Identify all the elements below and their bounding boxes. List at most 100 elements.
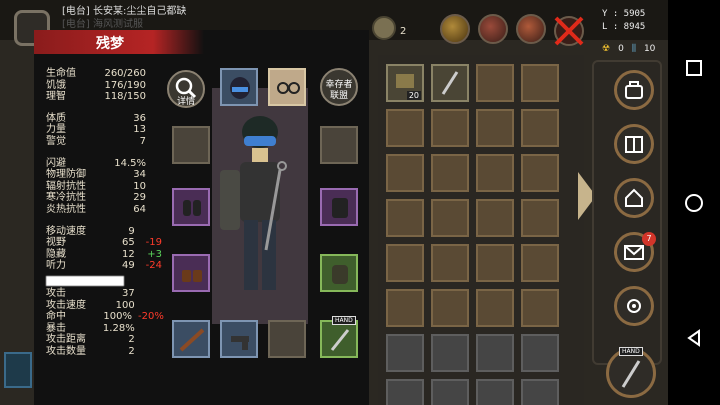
crafting-button[interactable]: [614, 70, 654, 110]
stat-label: 移动速度: [46, 225, 86, 237]
helmet-slot[interactable]: [220, 68, 258, 106]
inventory-slot[interactable]: [386, 199, 424, 237]
inventory-slot[interactable]: [431, 244, 469, 282]
stat-value: 118/150: [104, 91, 146, 103]
stat-modifier: -19: [145, 237, 162, 249]
stat-label: 力量: [46, 124, 66, 136]
inventory-slot[interactable]: [521, 109, 559, 147]
empty-slot[interactable]: [172, 126, 210, 164]
disabled-icon[interactable]: [552, 14, 586, 48]
skill-icon[interactable]: [516, 14, 546, 44]
stat-value: 100%: [103, 311, 132, 323]
stat-value: 65: [121, 237, 135, 249]
inventory-slot[interactable]: [386, 154, 424, 192]
home-circle-icon[interactable]: [680, 189, 708, 217]
rifle-slot[interactable]: [172, 320, 210, 358]
stat-value: 34: [133, 169, 146, 181]
coord-x: : 8945: [612, 22, 646, 32]
inventory-slot[interactable]: [431, 154, 469, 192]
inventory-slot[interactable]: [521, 199, 559, 237]
stat-value: 29: [133, 192, 146, 204]
hand-slot[interactable]: HAND: [320, 316, 358, 358]
inventory-slot[interactable]: [386, 334, 424, 372]
map-thumbnail[interactable]: [4, 352, 32, 388]
character-name: 残梦: [96, 36, 124, 52]
inventory-slot[interactable]: [476, 154, 514, 192]
inventory-slot[interactable]: [521, 289, 559, 327]
quest-icon[interactable]: [440, 14, 470, 44]
stat-row: 力量 13: [46, 124, 162, 136]
inventory-slot[interactable]: [431, 109, 469, 147]
stat-row: 饥饿 176/190: [46, 80, 162, 92]
inventory-slot[interactable]: [521, 379, 559, 405]
inventory-slot[interactable]: [431, 334, 469, 372]
inventory-slot[interactable]: [521, 244, 559, 282]
radio-feed[interactable]: [电台] 长安某:尘尘自己都缺 [电台] 海风测试服: [62, 5, 362, 31]
stat-value: 2: [128, 334, 135, 346]
stat-modifier: -20%: [138, 311, 164, 323]
stat-row: 攻击距离 2: [46, 334, 162, 346]
stat-row: 攻击 37: [46, 288, 162, 300]
health-icon[interactable]: [478, 14, 508, 44]
tool-icon: ⫼: [631, 44, 636, 54]
stack-count: 20: [406, 91, 421, 100]
home-icon: [625, 188, 643, 207]
stat-row: 隐藏 12 +3: [46, 249, 162, 261]
inventory-slot[interactable]: [476, 334, 514, 372]
stat-row: 理智 118/150: [46, 91, 162, 103]
inventory-slot[interactable]: [476, 379, 514, 405]
gloves-slot[interactable]: [172, 188, 210, 226]
stat-row: 闪避 14.5%: [46, 158, 162, 170]
pot-icon: [625, 81, 643, 99]
redacted-bar: [46, 275, 124, 286]
inventory-slot[interactable]: [476, 199, 514, 237]
inventory-slot[interactable]: [386, 289, 424, 327]
goggles-slot[interactable]: [268, 68, 306, 106]
inventory-slot[interactable]: [431, 199, 469, 237]
survivor-figure[interactable]: [210, 110, 310, 310]
inventory-slot[interactable]: [386, 379, 424, 405]
survivor-alliance-line1: 幸存者: [325, 80, 353, 90]
inventory-slot[interactable]: [476, 64, 514, 102]
revolver-slot[interactable]: [220, 320, 258, 358]
recents-icon[interactable]: [680, 54, 708, 82]
inventory-slot[interactable]: [386, 109, 424, 147]
base-button[interactable]: [614, 178, 654, 218]
hand-tag: HAND: [332, 316, 356, 325]
inventory-slot[interactable]: [386, 244, 424, 282]
inventory-slot[interactable]: [431, 64, 469, 102]
inventory-slot[interactable]: [476, 244, 514, 282]
inventory-slot[interactable]: [521, 154, 559, 192]
coord-x-label: L: [602, 22, 608, 32]
system-nav-bar: [668, 0, 720, 405]
inventory-slot[interactable]: [521, 64, 559, 102]
inventory-slot[interactable]: [476, 289, 514, 327]
stat-modifier: [135, 346, 162, 358]
back-icon[interactable]: [680, 324, 708, 352]
inventory-slot[interactable]: [431, 289, 469, 327]
stat-value: 12: [121, 248, 135, 260]
stat-label: 攻击速度: [46, 299, 86, 311]
boots-slot[interactable]: [172, 254, 210, 292]
radiation-value: 0: [618, 44, 624, 54]
inventory-slot[interactable]: 20: [386, 64, 424, 102]
inventory-slot[interactable]: [476, 109, 514, 147]
stat-label: 物理防御: [46, 169, 86, 181]
journal-button[interactable]: [614, 124, 654, 164]
inventory-slot[interactable]: [431, 379, 469, 405]
coord-y-label: Y: [602, 9, 608, 19]
hand-tag: HAND: [619, 347, 643, 356]
stat-row: 辐射抗性 10: [46, 181, 162, 193]
stat-row: 炎热抗性 64: [46, 204, 162, 216]
quick-hand-button[interactable]: HAND: [606, 347, 656, 398]
empty-slot[interactable]: [320, 126, 358, 164]
empty-slot[interactable]: [268, 320, 306, 358]
stat-label: 命中: [46, 311, 66, 323]
vest-slot[interactable]: [320, 188, 358, 226]
backpack-slot[interactable]: [320, 254, 358, 292]
stat-value: 14.5%: [114, 157, 146, 169]
inventory-slot[interactable]: [521, 334, 559, 372]
settings-button[interactable]: [614, 286, 654, 326]
coin-icon[interactable]: [372, 16, 396, 40]
stat-row: 听力 49 -24: [46, 260, 162, 272]
